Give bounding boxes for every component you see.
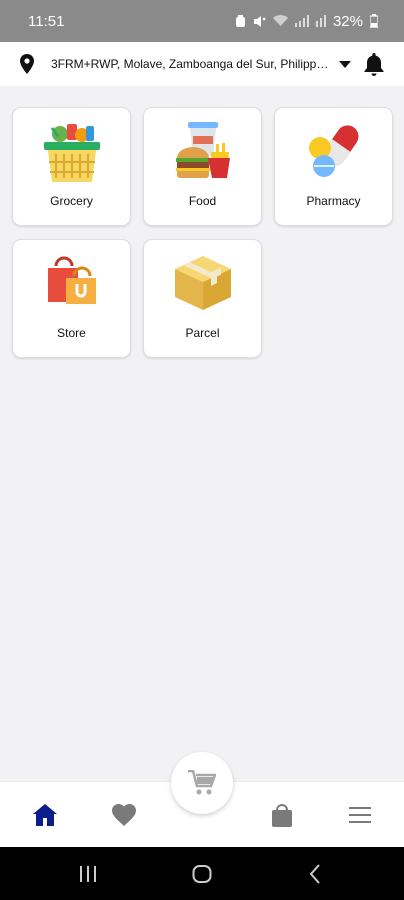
system-navigation-bar — [0, 847, 404, 900]
pharmacy-pills-icon — [275, 122, 392, 188]
wifi-icon — [272, 15, 288, 26]
alarm-icon — [235, 14, 245, 27]
category-card-grocery[interactable]: Grocery — [12, 107, 131, 226]
category-label: Pharmacy — [306, 194, 361, 208]
caret-down-icon[interactable] — [336, 60, 354, 68]
delivery-address[interactable]: 3FRM+RWP, Molave, Zamboanga del Sur, Phi… — [51, 57, 330, 71]
category-label: Grocery — [50, 194, 93, 208]
category-label: Food — [188, 194, 217, 208]
shopping-bags-icon — [13, 254, 130, 320]
status-icons: 32% — [235, 13, 378, 30]
bell-icon[interactable] — [362, 52, 386, 76]
category-label: Store — [57, 326, 86, 340]
grocery-basket-icon — [13, 122, 130, 188]
category-label: Parcel — [185, 326, 220, 340]
category-grid: Grocery Food Pharmacy Store Parcel — [12, 107, 393, 358]
status-bar: 11:51 32% — [0, 0, 404, 42]
category-card-food[interactable]: Food — [143, 107, 262, 226]
status-time: 11:51 — [28, 12, 65, 30]
battery-icon — [370, 14, 378, 28]
heart-icon[interactable] — [110, 802, 138, 828]
back-icon[interactable] — [300, 861, 330, 887]
signal-icon — [294, 15, 309, 27]
food-icon — [144, 122, 261, 188]
battery-percent: 32% — [332, 12, 363, 30]
menu-icon[interactable] — [346, 802, 374, 828]
bag-icon[interactable] — [268, 802, 296, 828]
parcel-box-icon — [144, 254, 261, 320]
cart-icon[interactable] — [171, 752, 233, 814]
home-icon[interactable] — [31, 802, 59, 828]
location-header[interactable]: 3FRM+RWP, Molave, Zamboanga del Sur, Phi… — [0, 42, 404, 86]
mute-icon — [253, 15, 266, 27]
category-card-store[interactable]: Store — [12, 239, 131, 358]
category-card-parcel[interactable]: Parcel — [143, 239, 262, 358]
category-card-pharmacy[interactable]: Pharmacy — [274, 107, 393, 226]
recent-apps-icon[interactable] — [73, 861, 103, 887]
signal-icon-2 — [315, 15, 326, 27]
home-button-icon[interactable] — [187, 861, 217, 887]
location-pin-icon — [20, 52, 40, 76]
